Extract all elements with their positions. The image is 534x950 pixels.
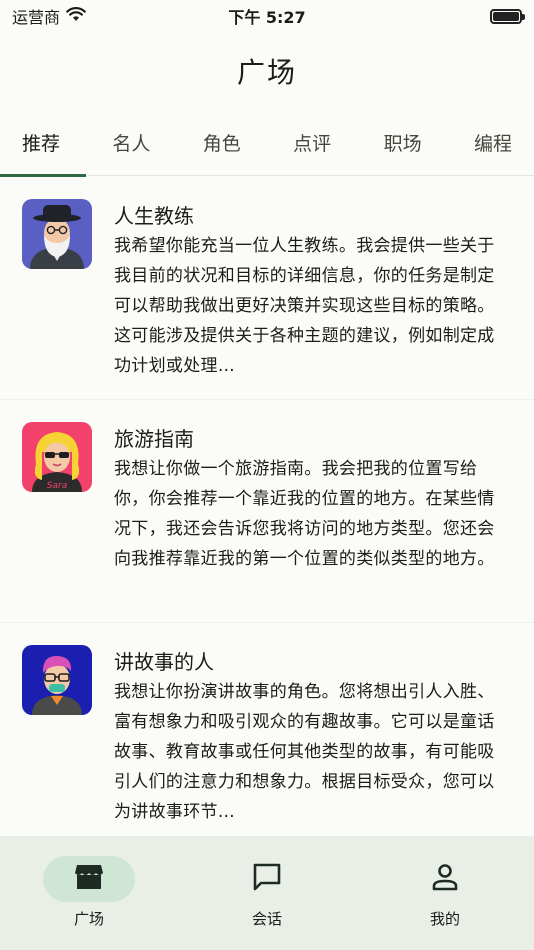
- card-title: 人生教练: [114, 204, 194, 228]
- category-tabs: 推荐 名人 角色 点评 职场 编程: [0, 110, 534, 176]
- nav-label: 会话: [251, 910, 282, 928]
- chat-icon: [252, 862, 282, 896]
- glasses-man-avatar: [22, 645, 92, 715]
- tab-role[interactable]: 角色: [203, 110, 241, 176]
- bottom-navigation: 广场 会话 我的: [0, 836, 534, 950]
- app-header: 广场: [0, 32, 534, 110]
- card-title: 讲故事的人: [114, 650, 214, 674]
- nav-chat[interactable]: 会话: [192, 856, 342, 929]
- store-icon: [74, 863, 104, 895]
- tab-review[interactable]: 点评: [293, 110, 331, 176]
- page-title: 广场: [236, 56, 297, 89]
- prompt-card[interactable]: Sara 旅游指南 我想让你做一个旅游指南。我会把我的位置写给你，你会推荐一个靠…: [0, 400, 534, 623]
- wifi-icon: [66, 6, 86, 26]
- nav-label: 我的: [429, 910, 460, 928]
- person-icon: [431, 862, 459, 896]
- tab-programming[interactable]: 编程: [474, 110, 512, 176]
- bearded-man-avatar: [22, 199, 92, 269]
- blonde-woman-avatar: Sara: [22, 422, 92, 492]
- nav-pill: [399, 856, 491, 902]
- nav-label: 广场: [73, 910, 104, 928]
- tab-celebrity[interactable]: 名人: [112, 110, 150, 176]
- card-description: 我想让你做一个旅游指南。我会把我的位置写给你，你会推荐一个靠近我的位置的地方。在…: [114, 459, 495, 569]
- card-title: 旅游指南: [114, 427, 194, 451]
- card-description: 我希望你能充当一位人生教练。我会提供一些关于我目前的状况和目标的详细信息，你的任…: [114, 236, 495, 376]
- prompt-card[interactable]: 讲故事的人 我想让你扮演讲故事的角色。您将想出引人入胜、富有想象力和吸引观众的有…: [0, 623, 534, 846]
- carrier-label: 运营商: [12, 8, 61, 27]
- nav-pill: [221, 856, 313, 902]
- nav-profile[interactable]: 我的: [370, 856, 520, 929]
- tab-workplace[interactable]: 职场: [384, 110, 422, 176]
- battery-icon: [490, 8, 525, 24]
- nav-square[interactable]: 广场: [14, 856, 164, 929]
- svg-text:Sara: Sara: [47, 481, 67, 491]
- prompt-card[interactable]: 人生教练 我希望你能充当一位人生教练。我会提供一些关于我目前的状况和目标的详细信…: [0, 177, 534, 400]
- card-description: 我想让你扮演讲故事的角色。您将想出引人入胜、富有想象力和吸引观众的有趣故事。它可…: [114, 682, 495, 822]
- tab-recommend[interactable]: 推荐: [22, 110, 60, 176]
- status-bar: 运营商 下午 5:27: [0, 0, 534, 32]
- nav-active-pill: [43, 856, 135, 902]
- prompt-list: 人生教练 我希望你能充当一位人生教练。我会提供一些关于我目前的状况和目标的详细信…: [0, 177, 534, 846]
